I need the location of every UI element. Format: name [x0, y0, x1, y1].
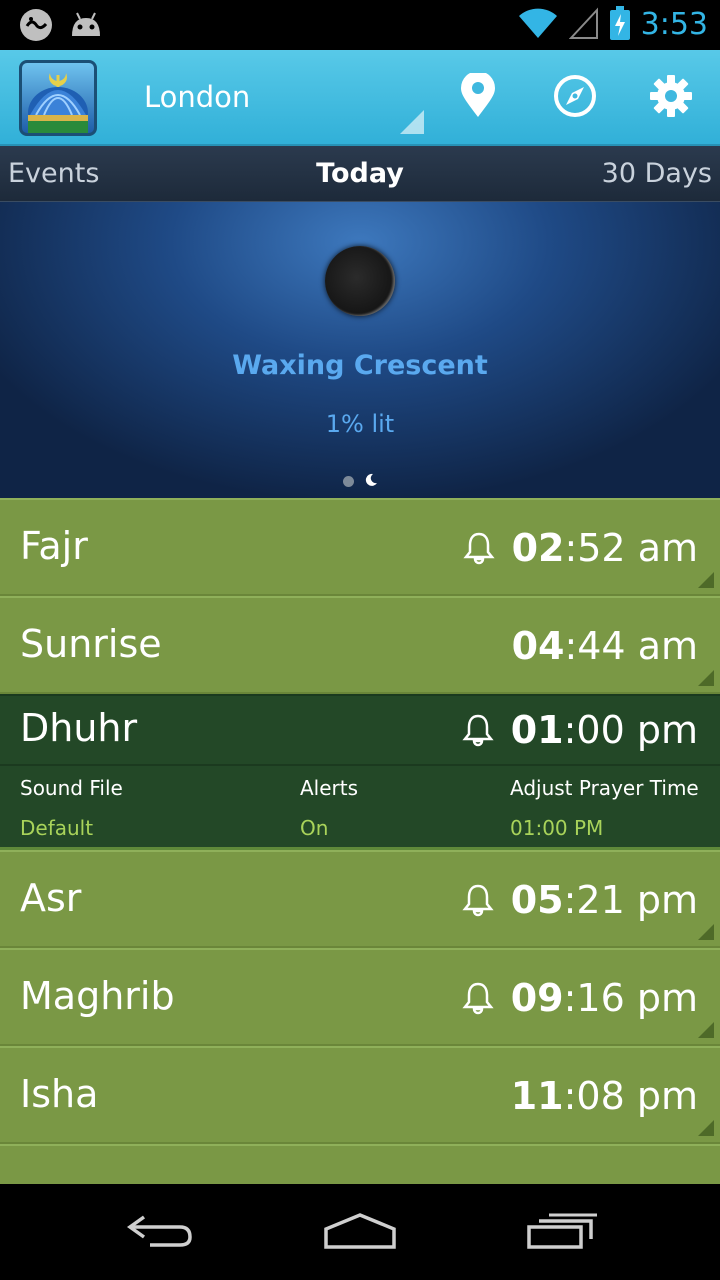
settings-button[interactable] — [643, 70, 699, 126]
moon-icon — [325, 246, 395, 316]
prayer-name: Sunrise — [20, 622, 162, 666]
moon-phase-panel[interactable]: Waxing Crescent 1% lit — [0, 202, 720, 498]
tab-bar: Events Today 30 Days — [0, 146, 720, 202]
qibla-compass-button[interactable] — [547, 70, 603, 126]
compass-icon — [552, 73, 598, 123]
prayer-row-isha[interactable]: Isha 11:08 pm — [0, 1046, 720, 1144]
prayer-time: 01:00 pm — [461, 708, 698, 752]
location-button[interactable] — [450, 70, 506, 126]
bell-icon[interactable] — [462, 531, 496, 565]
gear-icon — [648, 73, 694, 123]
pager-dot — [343, 476, 354, 487]
prayer-name: Dhuhr — [20, 706, 138, 750]
location-pin-icon — [458, 71, 498, 123]
prayer-row-partial[interactable] — [0, 1144, 720, 1184]
expand-indicator — [698, 924, 714, 940]
prayer-time: 04:44 am — [511, 624, 698, 668]
divider — [0, 764, 720, 766]
expand-indicator — [698, 670, 714, 686]
battery-charging-icon — [609, 5, 631, 45]
bell-icon[interactable] — [461, 981, 495, 1015]
back-arrow-icon — [124, 1211, 196, 1255]
crescent-icon — [364, 472, 378, 491]
bell-icon[interactable] — [461, 883, 495, 917]
alerts-setting[interactable]: Alerts On — [300, 776, 358, 840]
status-time: 3:53 — [640, 7, 708, 42]
signal-icon — [568, 6, 599, 44]
expand-indicator — [698, 1022, 714, 1038]
city-spinner[interactable]: London — [118, 64, 428, 134]
app-bar: London — [0, 50, 720, 146]
prayer-name: Fajr — [20, 524, 88, 568]
prayer-row-fajr[interactable]: Fajr 02:52 am — [0, 498, 720, 596]
prayer-time: 09:16 pm — [461, 976, 698, 1020]
prayer-row-dhuhr-expanded[interactable]: Dhuhr 01:00 pm Sound File Default Alerts… — [0, 694, 720, 850]
moon-phase-name: Waxing Crescent — [232, 350, 488, 381]
spinner-indicator — [400, 110, 424, 134]
prayer-row-asr[interactable]: Asr 05:21 pm — [0, 850, 720, 948]
prayer-name: Maghrib — [20, 974, 175, 1018]
prayer-row-maghrib[interactable]: Maghrib 09:16 pm — [0, 948, 720, 1046]
navigation-bar — [0, 1184, 720, 1280]
prayer-time: 02:52 am — [462, 526, 698, 570]
prayer-times-list: Fajr 02:52 am Sunrise 04:44 am Dhuhr 01:… — [0, 498, 720, 1184]
prayer-name: Isha — [20, 1072, 99, 1116]
expand-indicator — [698, 572, 714, 588]
arabic-app-icon — [18, 8, 54, 46]
status-bar: 3:53 — [0, 0, 720, 50]
android-icon — [68, 8, 104, 46]
sound-file-setting[interactable]: Sound File Default — [20, 776, 123, 840]
adjust-prayer-time-setting[interactable]: Adjust Prayer Time 01:00 PM — [510, 776, 699, 840]
mosque-logo-icon[interactable] — [19, 60, 97, 136]
city-name: London — [144, 80, 251, 114]
home-icon — [322, 1211, 398, 1255]
recents-button[interactable] — [522, 1208, 602, 1258]
home-button[interactable] — [320, 1208, 400, 1258]
recent-apps-icon — [525, 1211, 599, 1255]
panel-pager — [343, 472, 378, 491]
back-button[interactable] — [120, 1208, 200, 1258]
bell-icon[interactable] — [461, 713, 495, 747]
moon-illumination: 1% lit — [325, 410, 395, 438]
wifi-icon — [517, 6, 559, 44]
prayer-time: 11:08 pm — [510, 1074, 698, 1118]
prayer-time: 05:21 pm — [461, 878, 698, 922]
expand-indicator — [698, 1120, 714, 1136]
tab-30-days[interactable]: 30 Days — [602, 146, 712, 202]
prayer-row-sunrise[interactable]: Sunrise 04:44 am — [0, 596, 720, 694]
prayer-name: Asr — [20, 876, 82, 920]
